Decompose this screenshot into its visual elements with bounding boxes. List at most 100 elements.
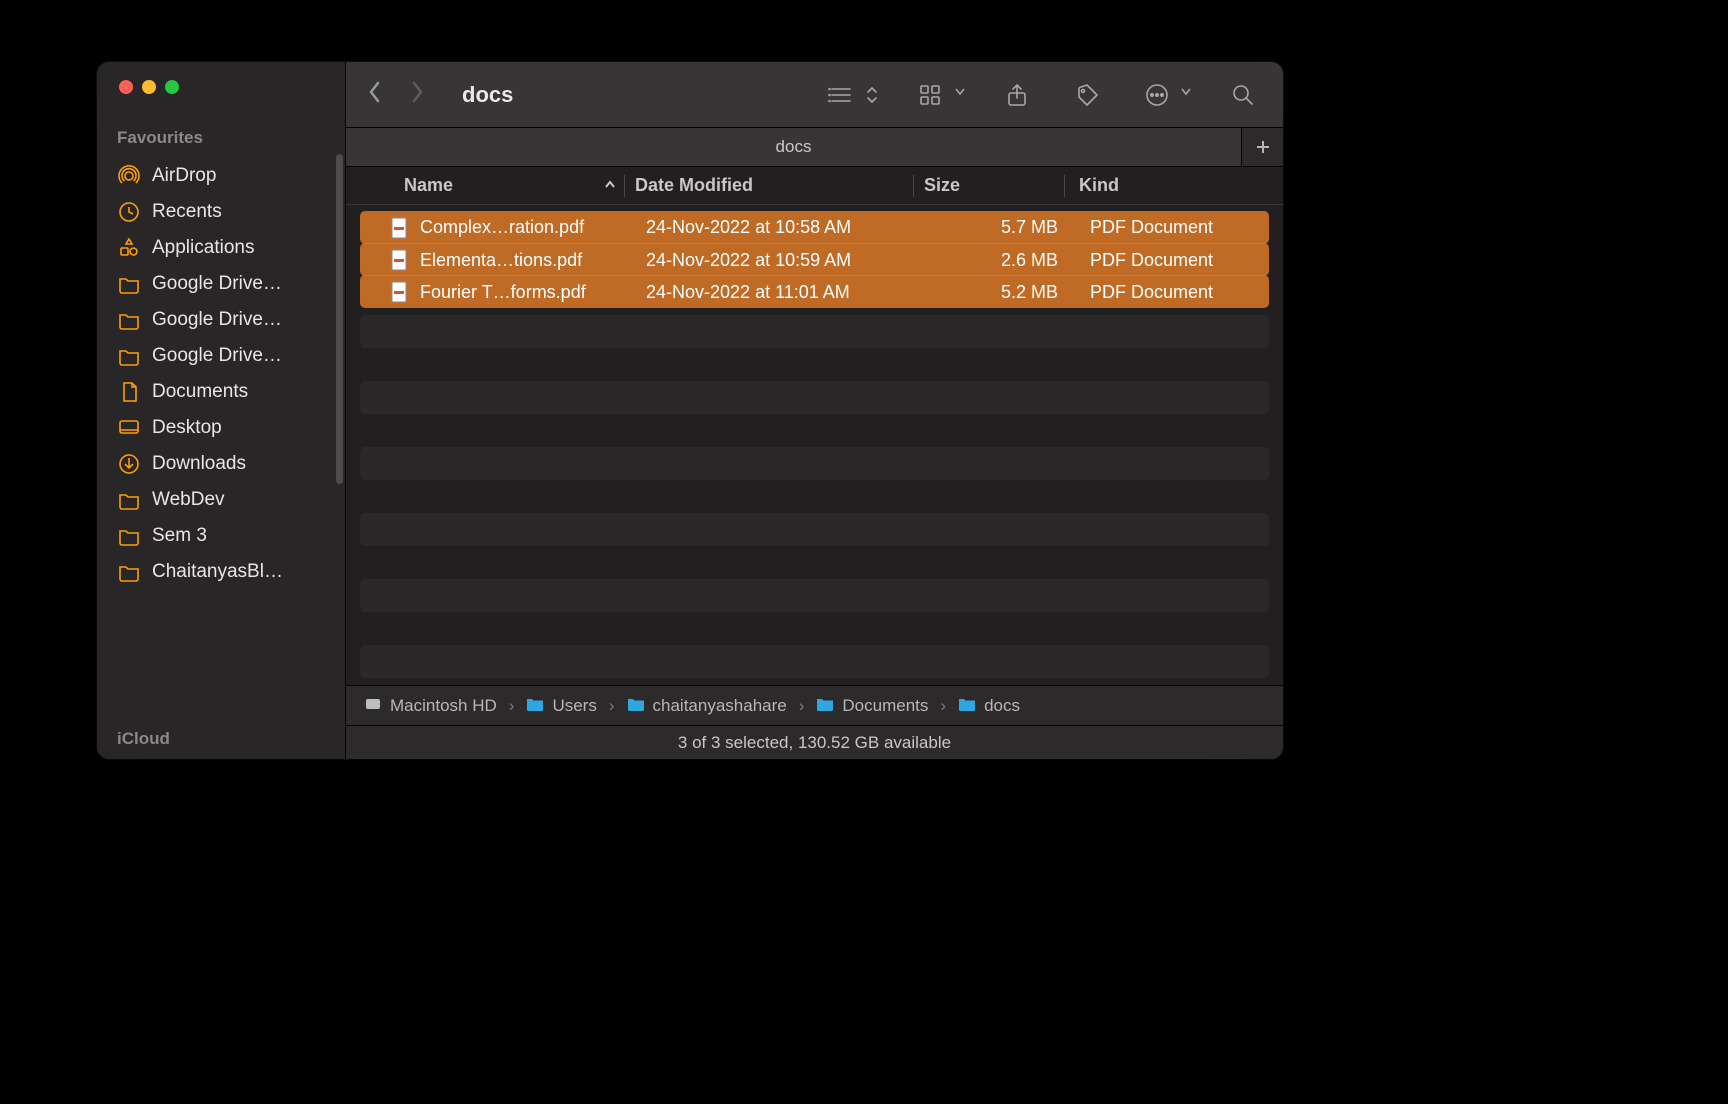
- disk-icon: [364, 695, 382, 716]
- breadcrumb-separator: ›: [609, 696, 615, 716]
- empty-row: [360, 513, 1269, 546]
- column-name-label: Name: [404, 175, 453, 196]
- sidebar-section-icloud: iCloud: [117, 729, 170, 749]
- list-view-icon: [823, 82, 859, 108]
- empty-row: [360, 645, 1269, 678]
- sidebar-item[interactable]: WebDev: [109, 482, 337, 518]
- chevron-down-icon: [955, 85, 965, 104]
- file-name: Fourier T…forms.pdf: [420, 282, 638, 303]
- sidebar-item-label: AirDrop: [152, 165, 216, 187]
- sidebar-item[interactable]: Desktop: [109, 410, 337, 446]
- tags-button[interactable]: [1069, 82, 1105, 108]
- back-button[interactable]: [368, 81, 382, 108]
- empty-stripes: [360, 315, 1269, 685]
- file-size: 5.2 MB: [926, 282, 1076, 303]
- sidebar-item-label: Google Drive…: [152, 309, 282, 331]
- breadcrumb-label: Documents: [842, 696, 928, 716]
- sidebar-item[interactable]: Google Drive…: [109, 338, 337, 374]
- minimize-window-button[interactable]: [142, 80, 156, 94]
- empty-row: [360, 414, 1269, 447]
- sidebar-scrollbar[interactable]: [336, 154, 343, 484]
- view-list-button[interactable]: [823, 82, 879, 108]
- column-size[interactable]: Size: [914, 175, 1064, 196]
- breadcrumb-item[interactable]: docs: [958, 695, 1020, 716]
- sidebar-item[interactable]: Applications: [109, 230, 337, 266]
- empty-row: [360, 348, 1269, 381]
- sidebar: Favourites AirDrop Recents Applications …: [97, 62, 346, 759]
- breadcrumb-separator: ›: [509, 696, 515, 716]
- column-kind-label: Kind: [1079, 175, 1119, 195]
- sidebar-item-label: Google Drive…: [152, 273, 282, 295]
- sidebar-section-favourites: Favourites: [97, 124, 345, 158]
- file-date: 24-Nov-2022 at 10:58 AM: [638, 217, 926, 238]
- sidebar-item[interactable]: Downloads: [109, 446, 337, 482]
- finder-window: Favourites AirDrop Recents Applications …: [97, 62, 1283, 759]
- empty-row: [360, 612, 1269, 645]
- column-kind[interactable]: Kind: [1065, 175, 1283, 196]
- folder-icon: [117, 561, 141, 583]
- pdf-file-icon: [390, 217, 414, 239]
- sidebar-item[interactable]: Recents: [109, 194, 337, 230]
- breadcrumb-item[interactable]: chaitanyashahare: [627, 695, 787, 716]
- file-kind: PDF Document: [1076, 217, 1269, 238]
- pdf-file-icon: [390, 249, 414, 271]
- folder-icon: [117, 273, 141, 295]
- folder-icon: [117, 489, 141, 511]
- breadcrumb-label: docs: [984, 696, 1020, 716]
- sidebar-item[interactable]: Sem 3: [109, 518, 337, 554]
- folder-blue-icon: [627, 695, 645, 716]
- empty-row: [360, 546, 1269, 579]
- breadcrumb-item[interactable]: Documents: [816, 695, 928, 716]
- sort-ascending-icon: [604, 175, 616, 196]
- empty-row: [360, 447, 1269, 480]
- group-by-button[interactable]: [913, 82, 965, 108]
- window-title: docs: [462, 82, 513, 108]
- sidebar-item[interactable]: ChaitanyasBl…: [109, 554, 337, 590]
- breadcrumb-separator: ›: [940, 696, 946, 716]
- tab-label: docs: [776, 137, 812, 157]
- empty-row: [360, 381, 1269, 414]
- status-bar: 3 of 3 selected, 130.52 GB available: [346, 725, 1283, 759]
- breadcrumb-label: Users: [552, 696, 596, 716]
- sidebar-item[interactable]: Documents: [109, 374, 337, 410]
- tab-bar: docs: [346, 128, 1283, 167]
- file-row[interactable]: Elementa…tions.pdf 24-Nov-2022 at 10:59 …: [360, 243, 1269, 276]
- sidebar-item-label: Recents: [152, 201, 222, 223]
- column-header: Name Date Modified Size Kind: [346, 167, 1283, 205]
- share-button[interactable]: [999, 82, 1035, 108]
- file-size: 5.7 MB: [926, 217, 1076, 238]
- forward-button[interactable]: [410, 81, 424, 108]
- column-date-label: Date Modified: [635, 175, 753, 195]
- file-row[interactable]: Complex…ration.pdf 24-Nov-2022 at 10:58 …: [360, 211, 1269, 244]
- sidebar-item[interactable]: AirDrop: [109, 158, 337, 194]
- tab-docs[interactable]: docs: [346, 128, 1241, 166]
- file-row[interactable]: Fourier T…forms.pdf 24-Nov-2022 at 11:01…: [360, 275, 1269, 308]
- file-rows: Complex…ration.pdf 24-Nov-2022 at 10:58 …: [346, 205, 1283, 308]
- file-size: 2.6 MB: [926, 250, 1076, 271]
- column-name[interactable]: Name: [404, 175, 624, 196]
- close-window-button[interactable]: [119, 80, 133, 94]
- zoom-window-button[interactable]: [165, 80, 179, 94]
- empty-row: [360, 579, 1269, 612]
- column-date[interactable]: Date Modified: [625, 175, 913, 196]
- grid-group-icon: [913, 82, 949, 108]
- search-button[interactable]: [1225, 82, 1261, 108]
- breadcrumb-item[interactable]: Macintosh HD: [364, 695, 497, 716]
- folder-blue-icon: [526, 695, 544, 716]
- add-tab-button[interactable]: [1241, 128, 1283, 166]
- desktop-icon: [117, 417, 141, 439]
- folder-icon: [117, 345, 141, 367]
- more-actions-button[interactable]: [1139, 82, 1191, 108]
- sidebar-item-label: Sem 3: [152, 525, 207, 547]
- path-bar: Macintosh HD › Users › chaitanyashahare › D…: [346, 685, 1283, 725]
- breadcrumb-item[interactable]: Users: [526, 695, 596, 716]
- status-text: 3 of 3 selected, 130.52 GB available: [678, 733, 951, 753]
- file-list[interactable]: Complex…ration.pdf 24-Nov-2022 at 10:58 …: [346, 205, 1283, 685]
- toolbar: docs: [346, 62, 1283, 128]
- file-name: Elementa…tions.pdf: [420, 250, 638, 271]
- updown-icon: [865, 82, 879, 108]
- sidebar-item[interactable]: Google Drive…: [109, 266, 337, 302]
- main-panel: docs: [346, 62, 1283, 759]
- sidebar-item[interactable]: Google Drive…: [109, 302, 337, 338]
- sidebar-item-label: Google Drive…: [152, 345, 282, 367]
